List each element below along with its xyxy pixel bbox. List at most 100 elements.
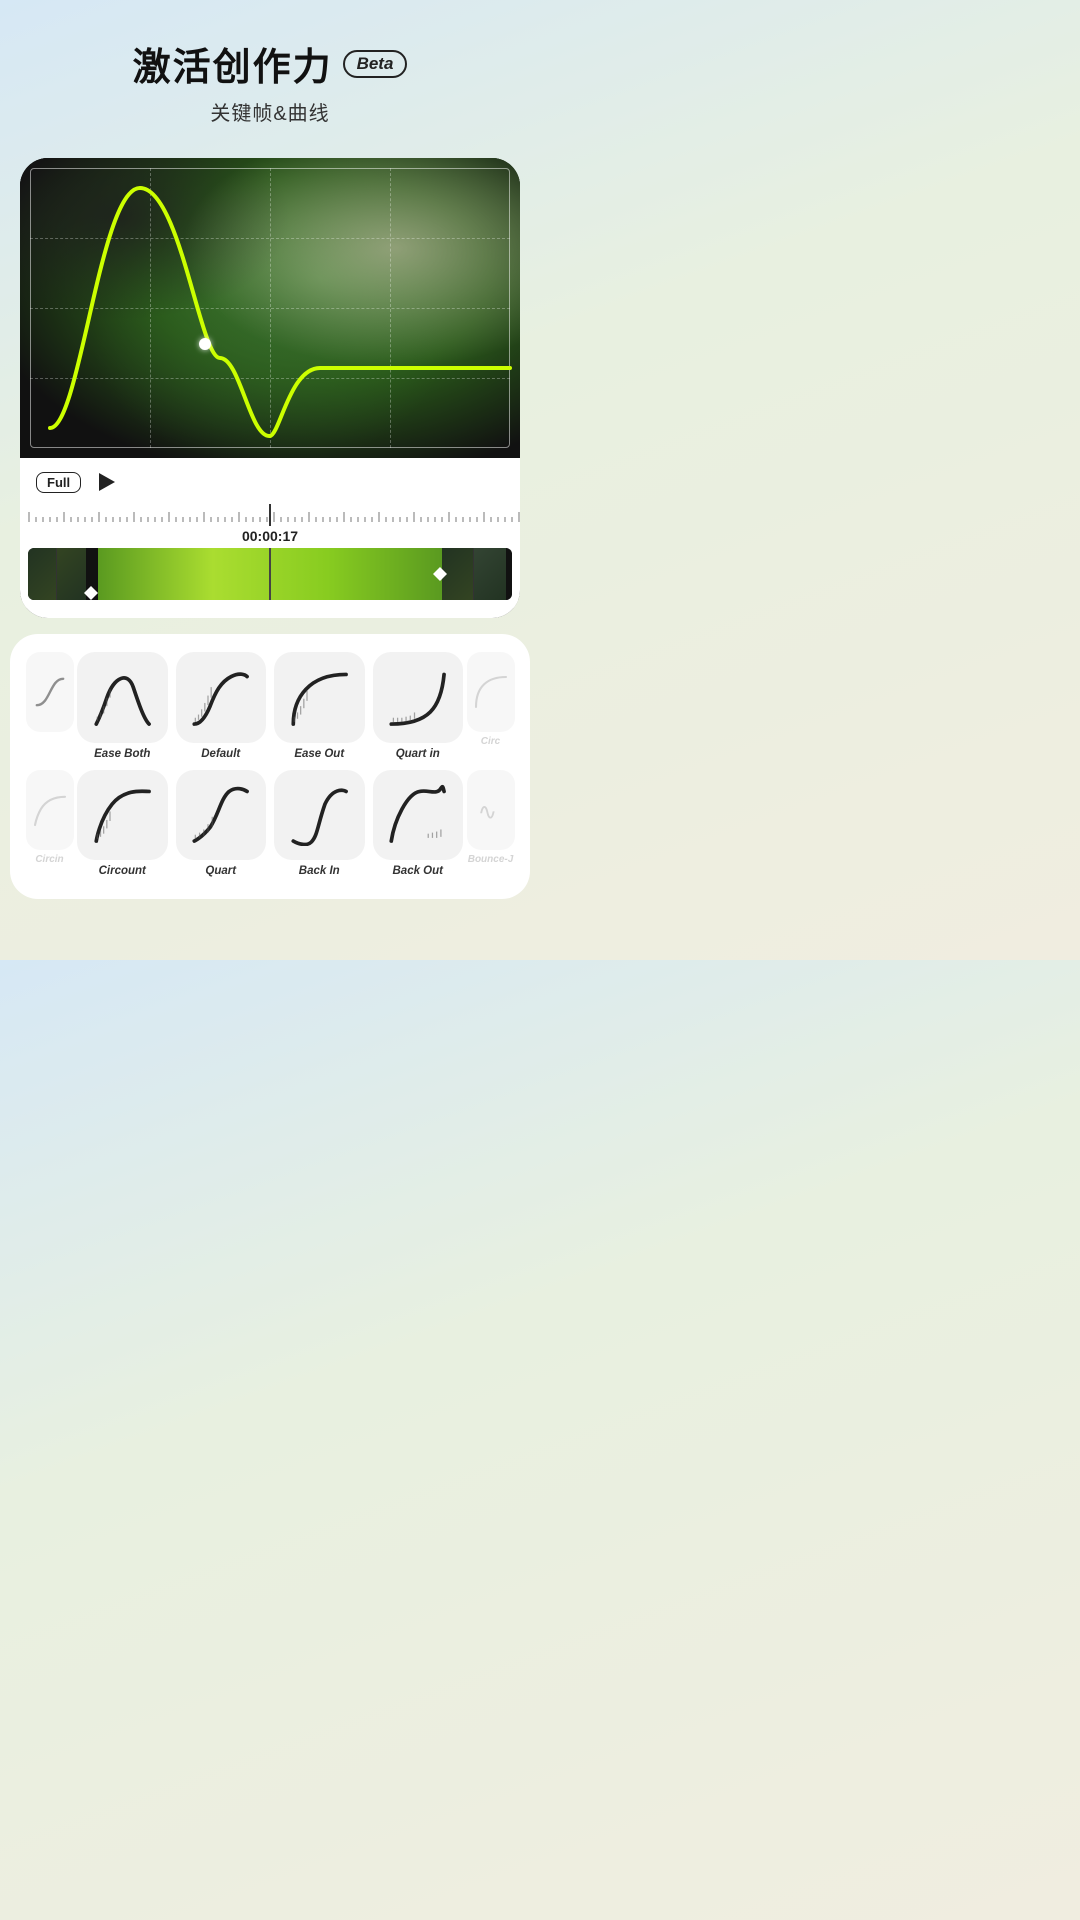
ruler-tick xyxy=(392,517,394,522)
preset-label-quart: Quart xyxy=(205,865,236,877)
ruler-tick xyxy=(364,517,366,522)
curve-control-dot[interactable] xyxy=(199,338,211,350)
ruler-tick xyxy=(399,517,401,522)
preset-back-out: Back Out xyxy=(373,770,464,878)
peek-card-right-2: ∿ xyxy=(467,770,515,850)
ruler-tick xyxy=(427,517,429,522)
ruler-tick xyxy=(518,512,520,522)
main-items-row2: Circount Quart xyxy=(77,770,463,878)
preset-quart-in: Quart in xyxy=(373,652,464,760)
ruler-tick xyxy=(497,517,499,522)
curve-icon-quart-in xyxy=(386,666,449,729)
ruler-tick xyxy=(168,512,170,522)
preset-card-back-in[interactable] xyxy=(274,770,365,861)
preset-label-default: Default xyxy=(201,748,240,760)
ruler-tick xyxy=(63,512,65,522)
ruler-tick xyxy=(77,517,79,522)
curve-icon-circount xyxy=(91,783,154,846)
peek-left-1 xyxy=(22,652,77,760)
ruler-tick xyxy=(42,517,44,522)
ruler-tick xyxy=(105,517,107,522)
ruler-tick xyxy=(189,517,191,522)
preset-label-back-out: Back Out xyxy=(393,865,444,877)
preset-card-circount[interactable] xyxy=(77,770,168,861)
timeline-section: // We'll render this inline via JS below… xyxy=(20,504,520,618)
timeline-ruler[interactable]: // We'll render this inline via JS below xyxy=(20,504,520,526)
curve-icon-default xyxy=(189,666,252,729)
header: 激活创作力 Beta 关键帧&曲线 xyxy=(0,0,540,142)
ruler-tick xyxy=(343,512,345,522)
play-icon xyxy=(99,473,115,491)
ruler-tick xyxy=(378,512,380,522)
curve-icon-bounce: ∿ xyxy=(473,792,509,828)
peek-label-right-1: Circ xyxy=(481,736,500,747)
curve-icon-linear xyxy=(32,674,68,710)
ruler-tick xyxy=(245,517,247,522)
curve-icon-circ xyxy=(473,674,509,710)
ruler-tick xyxy=(28,512,30,522)
curve-svg xyxy=(20,158,520,458)
ruler-tick xyxy=(231,517,233,522)
ruler-tick xyxy=(322,517,324,522)
peek-left-2: Circin xyxy=(22,770,77,878)
ruler-tick xyxy=(448,512,450,522)
ruler-tick xyxy=(441,517,443,522)
ruler-tick xyxy=(490,517,492,522)
ruler-tick xyxy=(259,517,261,522)
ruler-tick xyxy=(49,517,51,522)
preset-card-quart[interactable] xyxy=(176,770,267,861)
ruler-tick xyxy=(287,517,289,522)
peek-right-2: ∿ Bounce-J xyxy=(463,770,518,878)
ruler-tick xyxy=(112,517,114,522)
ruler-tick xyxy=(434,517,436,522)
curve-icon-ease-out xyxy=(288,666,351,729)
ruler-tick xyxy=(203,512,205,522)
keyframe-left[interactable] xyxy=(84,586,98,600)
preset-quart: Quart xyxy=(176,770,267,878)
timecode: 00:00:17 xyxy=(20,526,520,548)
ruler-tick xyxy=(182,517,184,522)
ruler-tick xyxy=(357,517,359,522)
filmstrip[interactable] xyxy=(28,548,512,600)
ruler-tick xyxy=(252,517,254,522)
preset-card-back-out[interactable] xyxy=(373,770,464,861)
ruler-tick xyxy=(133,512,135,522)
curve-icon-ease-both xyxy=(91,666,154,729)
ruler-tick xyxy=(91,517,93,522)
preset-back-in: Back In xyxy=(274,770,365,878)
presets-section: Ease Both Default xyxy=(10,634,530,899)
full-badge[interactable]: Full xyxy=(36,472,81,493)
ruler-tick xyxy=(462,517,464,522)
ruler-tick xyxy=(175,517,177,522)
video-card: Full // We'll render this inline via JS … xyxy=(20,158,520,618)
ruler-tick xyxy=(266,517,268,522)
video-area xyxy=(20,158,520,458)
ruler-tick xyxy=(119,517,121,522)
ruler-tick xyxy=(483,512,485,522)
ruler-tick xyxy=(98,512,100,522)
play-button[interactable] xyxy=(93,468,121,496)
ruler-tick xyxy=(511,517,513,522)
peek-card-right-1 xyxy=(467,652,515,732)
page-subtitle: 关键帧&曲线 xyxy=(20,97,520,126)
curve-icon-back-in xyxy=(288,783,351,846)
peek-card-left-2 xyxy=(26,770,74,850)
peek-label-left-2: Circin xyxy=(35,854,63,865)
ruler-tick xyxy=(217,517,219,522)
preset-card-ease-both[interactable] xyxy=(77,652,168,743)
main-items-row1: Ease Both Default xyxy=(77,652,463,760)
ruler-tick xyxy=(70,517,72,522)
beta-badge: Beta xyxy=(343,50,408,78)
preset-label-circount: Circount xyxy=(99,865,146,877)
ruler-tick xyxy=(420,517,422,522)
peek-card-left-1 xyxy=(26,652,74,732)
ruler-tick xyxy=(147,517,149,522)
ruler-tick xyxy=(280,517,282,522)
preset-card-quart-in[interactable] xyxy=(373,652,464,743)
ruler-tick xyxy=(210,517,212,522)
preset-label-back-in: Back In xyxy=(299,865,340,877)
preset-card-default[interactable] xyxy=(176,652,267,743)
preset-label-ease-out: Ease Out xyxy=(294,748,344,760)
ruler-tick xyxy=(35,517,37,522)
preset-card-ease-out[interactable] xyxy=(274,652,365,743)
